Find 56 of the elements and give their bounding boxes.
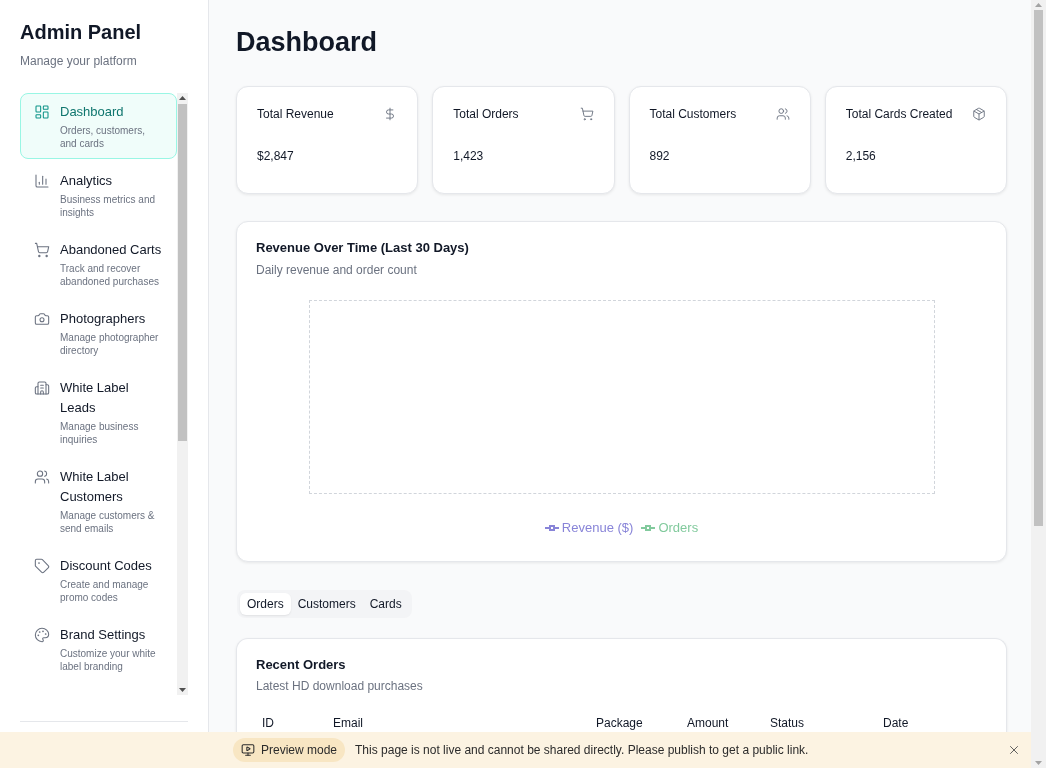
users-icon <box>775 107 790 121</box>
box-icon <box>972 107 986 121</box>
column-header: Amount <box>686 716 730 730</box>
stat-label: Total Customers <box>649 106 737 122</box>
scroll-down-arrow-icon[interactable] <box>179 688 186 692</box>
camera-icon <box>34 311 50 327</box>
legend-label: Revenue ($) <box>561 519 634 537</box>
legend-label: Orders <box>658 519 699 537</box>
card-title: Recent Orders <box>256 656 347 674</box>
close-icon <box>1007 743 1021 757</box>
tag-icon <box>34 558 50 574</box>
bar-chart-icon <box>34 173 50 189</box>
cart-icon <box>34 242 50 258</box>
cart-icon <box>579 107 594 121</box>
preview-message: This page is not live and cannot be shared directly. Please publish to get a public link. <box>355 743 809 757</box>
building-icon <box>34 380 50 396</box>
chart-subtitle: Daily revenue and order count <box>256 262 418 278</box>
sidebar-subtitle: Manage your platform <box>20 53 138 69</box>
stat-value: $2,847 <box>257 148 295 164</box>
scrollbar-track[interactable] <box>177 93 188 695</box>
column-header: Email <box>332 716 364 730</box>
scroll-up-arrow-icon[interactable] <box>179 96 186 100</box>
dashboard-grid-icon <box>34 104 50 120</box>
stat-value: 892 <box>649 148 671 164</box>
sidebar-title: Admin Panel <box>20 20 143 44</box>
tab[interactable]: Customers <box>290 593 363 615</box>
sidebar-nav-item[interactable]: White Label Customers Manage customers & send emails <box>20 458 177 544</box>
sidebar-nav-item[interactable]: White Label Leads Manage business inquiries <box>20 369 177 455</box>
sidebar-nav-item[interactable]: Analytics Business metrics and insights <box>20 162 177 228</box>
stat-label: Total Orders <box>453 106 519 122</box>
scrollbar-track[interactable] <box>1031 0 1046 768</box>
column-header: Package <box>595 716 644 730</box>
sidebar-nav-item[interactable]: Photographers Manage photographer directory <box>20 300 177 366</box>
stat-label: Total Revenue <box>257 106 334 122</box>
stat-value: 2,156 <box>845 148 877 164</box>
preview-label: Preview mode <box>261 743 338 757</box>
column-header: Status <box>769 716 806 730</box>
page-title: Dashboard <box>236 26 379 59</box>
stat-value: 1,423 <box>453 148 485 164</box>
close-button[interactable] <box>1007 743 1021 757</box>
tab[interactable]: Orders <box>240 593 291 615</box>
chart-title: Revenue Over Time (Last 30 Days) <box>256 239 470 257</box>
tab[interactable]: Cards <box>362 593 409 615</box>
sidebar-nav-item[interactable]: Dashboard Orders, customers, and cards <box>20 93 177 159</box>
scrollbar-thumb[interactable] <box>1034 10 1043 526</box>
users-icon <box>34 469 50 485</box>
stat-label: Total Cards Created <box>845 106 953 122</box>
sidebar-nav-item[interactable]: Brand Settings Customize your white label branding <box>20 616 177 682</box>
column-header: Date <box>882 716 910 730</box>
column-header: ID <box>261 716 275 730</box>
scrollbar-thumb[interactable] <box>178 104 187 441</box>
monitor-play-icon <box>241 743 255 757</box>
sidebar-nav-item[interactable]: Abandoned Carts Track and recover abandoned purchases <box>20 231 177 297</box>
card-subtitle: Latest HD download purchases <box>256 678 424 694</box>
sidebar-nav-item[interactable]: Discount Codes Create and manage promo codes <box>20 547 177 613</box>
palette-icon <box>34 627 50 643</box>
